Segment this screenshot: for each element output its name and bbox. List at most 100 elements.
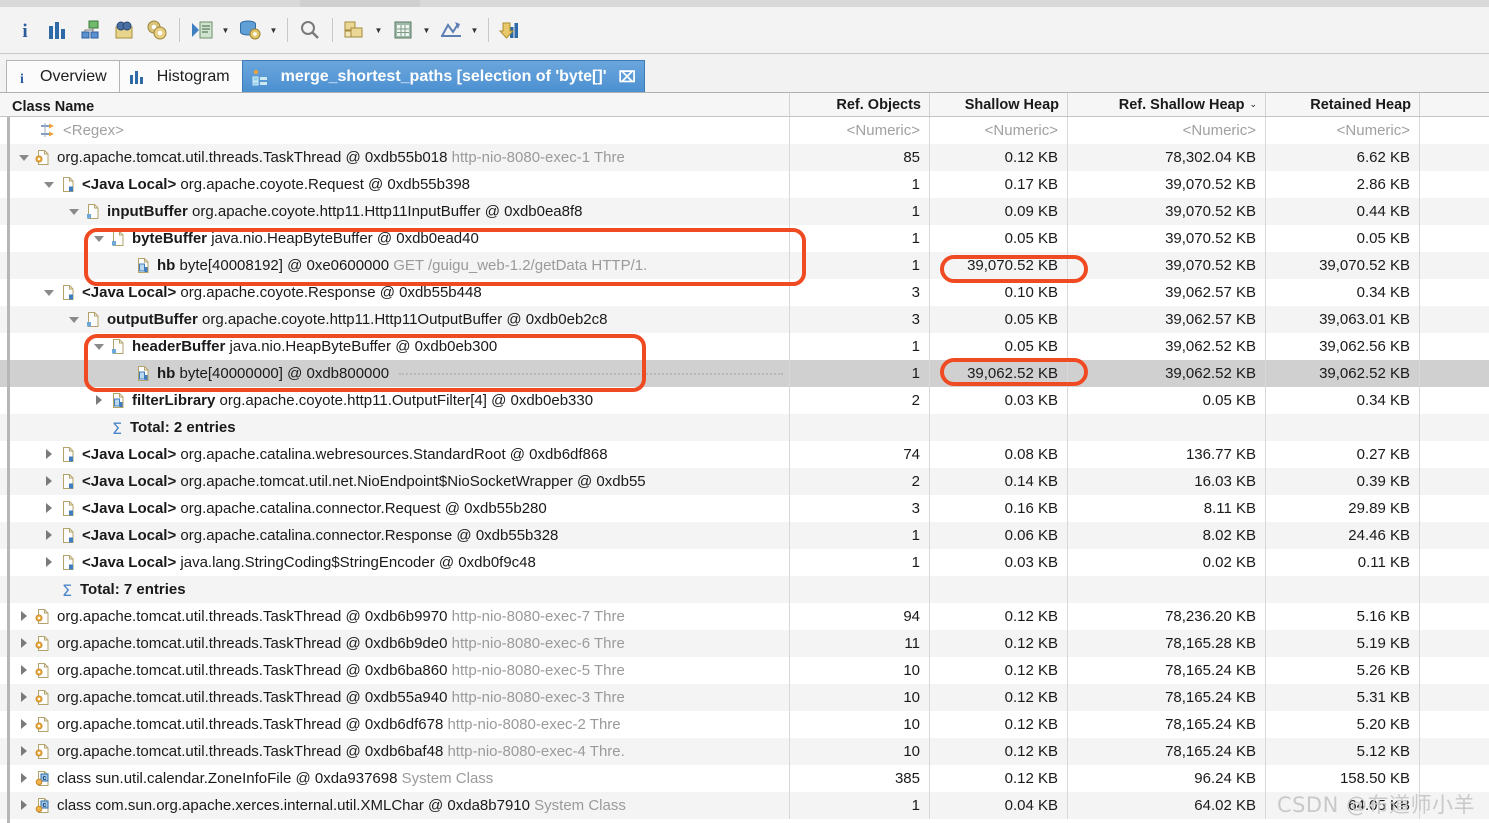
path-to-gc-roots-icon[interactable] [109,15,139,45]
dominator-tree-icon[interactable] [76,15,106,45]
filter-cell-class-name[interactable]: <Regex> [0,117,790,144]
calculate-table-icon[interactable] [388,15,418,45]
table-filter-row[interactable]: <Regex> <Numeric> <Numeric> <Numeric> <Numer… [0,117,1489,144]
expand-triangle-icon[interactable] [18,718,31,731]
collapse-triangle-icon[interactable] [43,178,56,191]
export-dropdown-arrow-icon[interactable]: ▼ [469,15,480,45]
table-row[interactable]: org.apache.tomcat.util.threads.TaskThrea… [0,738,1489,765]
table-row[interactable]: <Java Local> java.lang.StringCoding$Stri… [0,549,1489,576]
cell-class-name[interactable]: <Java Local> org.apache.tomcat.util.net.… [0,468,790,495]
expand-triangle-icon[interactable] [43,475,56,488]
cell-class-name[interactable]: inputBuffer org.apache.coyote.http11.Htt… [0,198,790,225]
cell-class-name[interactable]: <Java Local> org.apache.catalina.connect… [0,522,790,549]
expand-triangle-icon[interactable] [43,448,56,461]
table-row[interactable]: c class sun.util.calendar.ZoneInfoFile @ … [0,765,1489,792]
table-row[interactable]: org.apache.tomcat.util.threads.TaskThrea… [0,630,1489,657]
cell-class-name[interactable]: hb byte[40008192] @ 0xe0600000 GET /guig… [0,252,790,279]
table-row[interactable]: org.apache.tomcat.util.threads.TaskThrea… [0,711,1489,738]
expand-triangle-icon[interactable] [93,394,106,407]
table-row[interactable]: headerBuffer java.nio.HeapByteBuffer @ 0… [0,333,1489,360]
cell-class-name[interactable]: org.apache.tomcat.util.threads.TaskThrea… [0,657,790,684]
compare-icon[interactable] [496,15,526,45]
table-row[interactable]: outputBuffer org.apache.coyote.http11.Ht… [0,306,1489,333]
expand-triangle-icon[interactable] [43,556,56,569]
expand-triangle-icon[interactable] [43,529,56,542]
cell-class-name[interactable]: hb byte[40000000] @ 0xdb800000 [0,360,790,387]
expand-triangle-icon[interactable] [18,664,31,677]
collapse-triangle-icon[interactable] [18,151,31,164]
table-row[interactable]: filterLibrary org.apache.coyote.http11.O… [0,387,1489,414]
column-header-retained-heap[interactable]: Retained Heap [1266,93,1420,116]
cell-class-name[interactable]: <Java Local> org.apache.catalina.connect… [0,495,790,522]
run-expert-dropdown-arrow-icon[interactable]: ▼ [220,15,231,45]
expand-triangle-icon[interactable] [18,610,31,623]
table-row[interactable]: <Java Local> org.apache.coyote.Response … [0,279,1489,306]
collapse-triangle-icon[interactable] [68,205,81,218]
cell-class-name[interactable]: <Java Local> java.lang.StringCoding$Stri… [0,549,790,576]
cell-class-name[interactable]: headerBuffer java.nio.HeapByteBuffer @ 0… [0,333,790,360]
overview-info-icon[interactable]: i [10,15,40,45]
column-header-ref-objects[interactable]: Ref. Objects [790,93,930,116]
table-row[interactable]: org.apache.tomcat.util.threads.TaskThrea… [0,684,1489,711]
expand-triangle-icon[interactable] [18,637,31,650]
column-header-ref-shallow-heap[interactable]: Ref. Shallow Heap ⌄ [1068,93,1266,116]
table-row[interactable]: Σ Total: 2 entries [0,414,1489,441]
cell-class-name[interactable]: org.apache.tomcat.util.threads.TaskThrea… [0,603,790,630]
gear-group-icon[interactable] [142,15,172,45]
cell-class-name[interactable]: outputBuffer org.apache.coyote.http11.Ht… [0,306,790,333]
filter-cell-refsh[interactable]: <Numeric> [1068,117,1266,144]
run-expert-system-icon[interactable] [187,15,217,45]
table-row[interactable]: byteBuffer java.nio.HeapByteBuffer @ 0xd… [0,225,1489,252]
cell-class-name[interactable]: org.apache.tomcat.util.threads.TaskThrea… [0,711,790,738]
tab-overview[interactable]: i Overview [6,60,120,93]
cell-class-name[interactable]: <Java Local> org.apache.coyote.Response … [0,279,790,306]
cell-class-name[interactable]: filterLibrary org.apache.coyote.http11.O… [0,387,790,414]
close-icon[interactable]: ⌧ [619,68,636,86]
expand-triangle-icon[interactable] [43,502,56,515]
filter-cell-shallow[interactable]: <Numeric> [930,117,1068,144]
search-icon[interactable] [295,15,325,45]
group-by-icon[interactable] [340,15,370,45]
column-header-shallow-heap[interactable]: Shallow Heap [930,93,1068,116]
table-row[interactable]: hb byte[40000000] @ 0xdb800000 1 39,062.52… [0,360,1489,387]
filter-cell-refobj[interactable]: <Numeric> [790,117,930,144]
table-row[interactable]: org.apache.tomcat.util.threads.TaskThrea… [0,657,1489,684]
cell-class-name[interactable]: Σ Total: 7 entries [0,576,790,603]
cell-class-name[interactable]: c class sun.util.calendar.ZoneInfoFile @ … [0,765,790,792]
expand-triangle-icon[interactable] [18,691,31,704]
expand-triangle-icon[interactable] [18,745,31,758]
expand-triangle-icon[interactable] [18,772,31,785]
cell-class-name[interactable]: org.apache.tomcat.util.threads.TaskThrea… [0,684,790,711]
cell-class-name[interactable]: org.apache.tomcat.util.threads.TaskThrea… [0,144,790,171]
cell-class-name[interactable]: org.apache.tomcat.util.threads.TaskThrea… [0,738,790,765]
cell-class-name[interactable]: org.apache.tomcat.util.threads.TaskThrea… [0,630,790,657]
collapse-triangle-icon[interactable] [43,286,56,299]
group-by-dropdown-arrow-icon[interactable]: ▼ [373,15,384,45]
collapse-triangle-icon[interactable] [68,313,81,326]
export-icon[interactable] [436,15,466,45]
column-header-class-name[interactable]: Class Name [0,93,790,120]
open-query-browser-icon[interactable] [235,15,265,45]
expand-triangle-icon[interactable] [18,799,31,812]
table-row[interactable]: <Java Local> org.apache.catalina.connect… [0,495,1489,522]
cell-class-name[interactable]: Σ Total: 2 entries [0,414,790,441]
tab-histogram[interactable]: Histogram [118,60,243,93]
table-row[interactable]: <Java Local> org.apache.catalina.connect… [0,522,1489,549]
table-row[interactable]: <Java Local> org.apache.tomcat.util.net.… [0,468,1489,495]
table-row[interactable]: <Java Local> org.apache.catalina.webreso… [0,441,1489,468]
histogram-icon[interactable] [43,15,73,45]
cell-class-name[interactable]: <Java Local> org.apache.catalina.webreso… [0,441,790,468]
collapse-triangle-icon[interactable] [93,340,106,353]
table-row[interactable]: org.apache.tomcat.util.threads.TaskThrea… [0,144,1489,171]
cell-class-name[interactable]: c class com.sun.org.apache.xerces.interna… [0,792,790,819]
filter-cell-retain[interactable]: <Numeric> [1266,117,1420,144]
table-row[interactable]: <Java Local> org.apache.coyote.Request @… [0,171,1489,198]
cell-class-name[interactable]: byteBuffer java.nio.HeapByteBuffer @ 0xd… [0,225,790,252]
query-browser-dropdown-arrow-icon[interactable]: ▼ [268,15,279,45]
tab-merge-shortest-paths[interactable]: merge_shortest_paths [selection of 'byte… [241,60,645,93]
table-row[interactable]: Σ Total: 7 entries [0,576,1489,603]
table-row[interactable]: org.apache.tomcat.util.threads.TaskThrea… [0,603,1489,630]
cell-class-name[interactable]: <Java Local> org.apache.coyote.Request @… [0,171,790,198]
table-row[interactable]: c class com.sun.org.apache.xerces.interna… [0,792,1489,819]
calculate-table-dropdown-arrow-icon[interactable]: ▼ [421,15,432,45]
